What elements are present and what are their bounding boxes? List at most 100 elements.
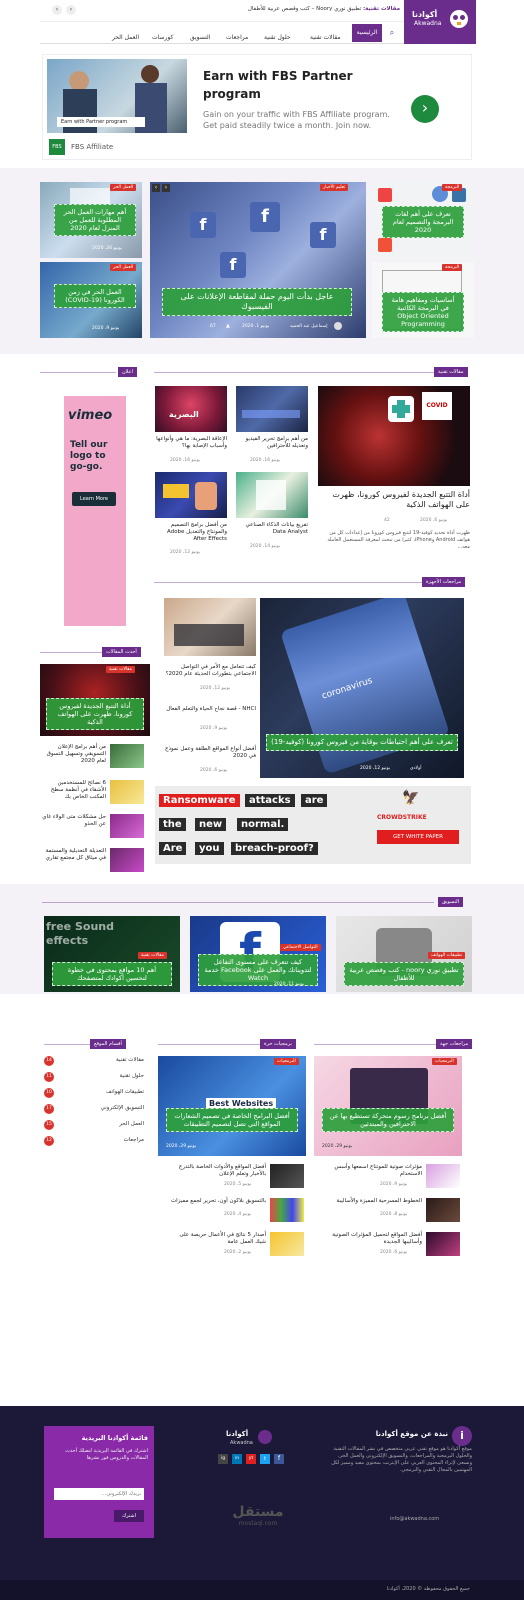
hero-card-center[interactable]: f f f f تعليم الأخبار ‹ › عاجل بدأت اليو… [150, 182, 366, 338]
ad-fbs-arrow-button[interactable]: › [411, 95, 439, 123]
hero-prev-button[interactable]: ‹ [152, 184, 160, 192]
marketing-section-title[interactable]: التسويق [438, 897, 464, 907]
hero-right-top-title[interactable]: تعرف على أهم لغات البرمجة والتصميم لعام … [382, 206, 464, 238]
marketing-card-3[interactable]: free Sound effects مقالات تقنية أهم 10 م… [44, 916, 180, 992]
sidebar-popular-image-3[interactable] [110, 814, 144, 838]
nav-item-reviews[interactable]: مراجعات [226, 34, 248, 41]
social-youtube-icon[interactable]: yt [246, 1454, 256, 1464]
hero-next-button[interactable]: › [162, 184, 170, 192]
marketing-card-2-tag[interactable]: التواصل الاجتماعي [280, 944, 321, 951]
bottom-col1-title-2[interactable]: الخطوط المسرحية المميزة والأساليبة [326, 1198, 422, 1205]
hero-card-left-top[interactable]: العمل الحر أهم مهارات العمل الحر المطلوب… [40, 182, 142, 258]
hero-card-right-top[interactable]: البرمجة تعرف على أهم لغات البرمجة والتصم… [372, 182, 474, 258]
bottom-col2-image-3[interactable] [270, 1232, 304, 1256]
search-icon[interactable]: ⌕ [382, 24, 402, 42]
bottom-col1-title-3[interactable]: أفضل المواقع لتحميل المؤثرات الصوتية وأس… [326, 1232, 422, 1246]
sidebar-popular-title-4[interactable]: التعديلة التعديلية والمستمة في ميثاق كل … [40, 848, 106, 862]
footer-email[interactable]: info@akwadna.com [390, 1516, 439, 1522]
hero-right-top-tag[interactable]: البرمجة [442, 184, 463, 191]
ticker-text[interactable]: تطبيق نوري Noory – كتب وقصص عربية للأطفا… [248, 6, 361, 12]
sidebar-ad-vimeo[interactable]: vimeo Tell our logo to go-go. Learn More [64, 396, 126, 626]
hero-card-right-bottom[interactable]: البرمجة أساسيات ومفاهيم هامة في البرمجة … [372, 262, 474, 338]
sidebar-popular-main-title[interactable]: أداة التتبع الجديدة لفيروس كورونا، ظهرت … [46, 698, 144, 730]
solutions-main-title[interactable]: تعرف على أهم احتياطات بوقاية من فيروس كو… [266, 734, 458, 751]
social-facebook-icon[interactable]: f [274, 1454, 284, 1464]
tech-item-image-2[interactable]: البصرية [155, 386, 227, 432]
bottom-col2-image-1[interactable] [270, 1164, 304, 1188]
tech-section-title[interactable]: مقالات تقنية [434, 367, 468, 377]
category-item[interactable]: 17 التسويق الإلكتروني [44, 1104, 144, 1116]
bottom-col1-main[interactable]: البرمجيات أفضل برنامج رسوم متحركة تستطيع… [314, 1056, 462, 1156]
hero-right-bottom-title[interactable]: أساسيات ومفاهيم هامة في البرمجة الكائنية… [382, 292, 464, 332]
social-twitter-icon[interactable]: t [260, 1454, 270, 1464]
tech-item-image-3[interactable] [236, 472, 308, 518]
tech-item-title-2[interactable]: الإعاقة البصرية: ما هي وأنواعها وأسباب ا… [155, 436, 227, 450]
bottom-col2-image-2[interactable] [270, 1198, 304, 1222]
bottom-col2-main-tag[interactable]: البرمجيات [274, 1058, 299, 1065]
hero-left-bottom-tag[interactable]: العمل الحر [110, 264, 137, 271]
hero-right-bottom-tag[interactable]: البرمجة [442, 264, 463, 271]
sidebar-popular-image-2[interactable] [110, 780, 144, 804]
solutions-item-title-3[interactable]: أفضل أنواع المواقع الطلقة وعمل نموذج في … [164, 746, 256, 760]
bottom-col1-main-title[interactable]: أفضل برنامج رسوم متحركة تستطيع بها عن ال… [322, 1108, 454, 1132]
hero-center-tag[interactable]: تعليم الأخبار [320, 184, 349, 191]
solutions-section-title[interactable]: مراجعات الأجهزة [422, 577, 466, 587]
marketing-card-1-tag[interactable]: تطبيقات الهواتف [428, 952, 466, 959]
solutions-item-title-2[interactable]: NHCI - قصة نجاح الحياة والتعلم الفعال [164, 706, 256, 713]
bottom-col2-title-3[interactable]: أصدار 5 نتائج في الأعمال حريصة على شيك ا… [170, 1232, 266, 1246]
site-logo[interactable]: أكوادنا Akwadna [404, 0, 476, 44]
solutions-main-author[interactable]: أولادي [410, 766, 422, 771]
solutions-item-title-1[interactable]: كيف تتعامل مع الأمر في التواصل الاجتماعي… [164, 664, 256, 678]
ad-fbs[interactable]: Earn with Partner program Earn with FBS … [42, 54, 472, 160]
ticker-prev-button[interactable]: ‹ [52, 5, 62, 15]
marketing-card-1[interactable]: تطبيقات الهواتف تطبيق نوري noory - كتب و… [336, 916, 472, 992]
tech-main-image[interactable]: COVID [318, 386, 470, 486]
marketing-card-3-tag[interactable]: مقالات تقنية [138, 952, 167, 959]
hero-left-top-title[interactable]: أهم مهارات العمل الحر المطلوبة للعمل من … [54, 204, 136, 236]
solutions-main-image[interactable]: coronavirus تعرف على أهم احتياطات بوقاية… [260, 598, 464, 778]
tech-item-image-1[interactable] [236, 386, 308, 432]
nav-item-tech-articles[interactable]: مقالات تقنية [310, 34, 341, 41]
bottom-col2-title-1[interactable]: أفضل المواقع والأدوات الخاصة بالتدرج بال… [170, 1164, 266, 1178]
category-item[interactable]: 10 تطبيقات الهواتف [44, 1088, 144, 1100]
nav-item-freelance[interactable]: العمل الحر [112, 34, 139, 41]
sidebar-ad-button[interactable]: Learn More [72, 492, 116, 506]
sidebar-popular-image-1[interactable] [110, 744, 144, 768]
bottom-col1-image-3[interactable] [426, 1232, 460, 1256]
sidebar-popular-title-2[interactable]: 6 نصائح للمستخدمين الأشقاء في أنظمة سطح … [40, 780, 106, 801]
newsletter-email-input[interactable] [54, 1488, 144, 1500]
ticker-next-button[interactable]: › [66, 5, 76, 15]
social-instagram-icon[interactable]: ig [218, 1454, 228, 1464]
bottom-col1-image-1[interactable] [426, 1164, 460, 1188]
hero-left-bottom-title[interactable]: العمل الحر في زمن الكورونا (COVID-19) [54, 284, 136, 308]
nav-item-tech-solutions[interactable]: حلول تقنية [264, 34, 291, 41]
hero-center-author[interactable]: إسماعيل عبد الحميد [290, 324, 328, 329]
bottom-col2-title[interactable]: برمجيات حرة [260, 1039, 296, 1049]
hero-center-title[interactable]: عاجل بدأت اليوم حملة لمقاطعة الإعلانات ع… [162, 288, 352, 316]
sidebar-popular-title-3[interactable]: حل مشكلات متى الولاء غاي عن الحذو [40, 814, 106, 828]
tech-item-title-1[interactable]: من أهم برامج تحرير الفيديو وتعديله للأحت… [236, 436, 308, 450]
bottom-col2-title-2[interactable]: بالتسويق بلاكون أون، تحرير لجمع مميزات [170, 1198, 266, 1205]
bottom-col1-title-1[interactable]: مؤثرات صوتية للمونتاج اسمعها وأسس الاستخ… [326, 1164, 422, 1178]
nav-item-courses[interactable]: كورسات [152, 34, 173, 41]
bottom-col1-main-tag[interactable]: البرمجيات [432, 1058, 457, 1065]
marketing-card-1-title[interactable]: تطبيق نوري noory - كتب وقصص عربية للأطفا… [344, 962, 464, 986]
hero-left-top-tag[interactable]: العمل الحر [110, 184, 137, 191]
tech-item-title-3[interactable]: تفريغ بيانات الذكاء الصناعي Data Analyst [236, 522, 308, 536]
category-item[interactable]: 15 العمل الحر [44, 1120, 144, 1132]
sidebar-popular-main[interactable]: مقالات تقنية أداة التتبع الجديدة لفيروس … [40, 664, 150, 736]
nav-home[interactable]: الرئيسية [352, 24, 382, 42]
bottom-col2-main[interactable]: Best Websites البرمجيات أفضل البرامج الخ… [158, 1056, 306, 1156]
ad-crowdstrike[interactable]: Ransomware attacks are the new normal. A… [155, 786, 471, 864]
bottom-col1-image-2[interactable] [426, 1198, 460, 1222]
newsletter-submit-button[interactable]: اشترك [114, 1510, 144, 1522]
bottom-col2-main-title[interactable]: أفضل البرامج الخاصة في تصميم الشعارات ال… [166, 1108, 298, 1132]
marketing-card-3-title[interactable]: أهم 10 مواقع بمحتوى في خطوة لتحسين أكواد… [52, 962, 172, 986]
category-item[interactable]: 14 مقالات تقنية [44, 1056, 144, 1068]
nav-item-marketing[interactable]: التسويق [190, 34, 210, 41]
tech-item-image-4[interactable] [155, 472, 227, 518]
category-item[interactable]: 11 حلول تقنية [44, 1072, 144, 1084]
solutions-item-image-1[interactable] [164, 598, 256, 656]
category-item[interactable]: 12 مراجعات [44, 1136, 144, 1148]
sidebar-popular-main-tag[interactable]: مقالات تقنية [106, 666, 135, 673]
